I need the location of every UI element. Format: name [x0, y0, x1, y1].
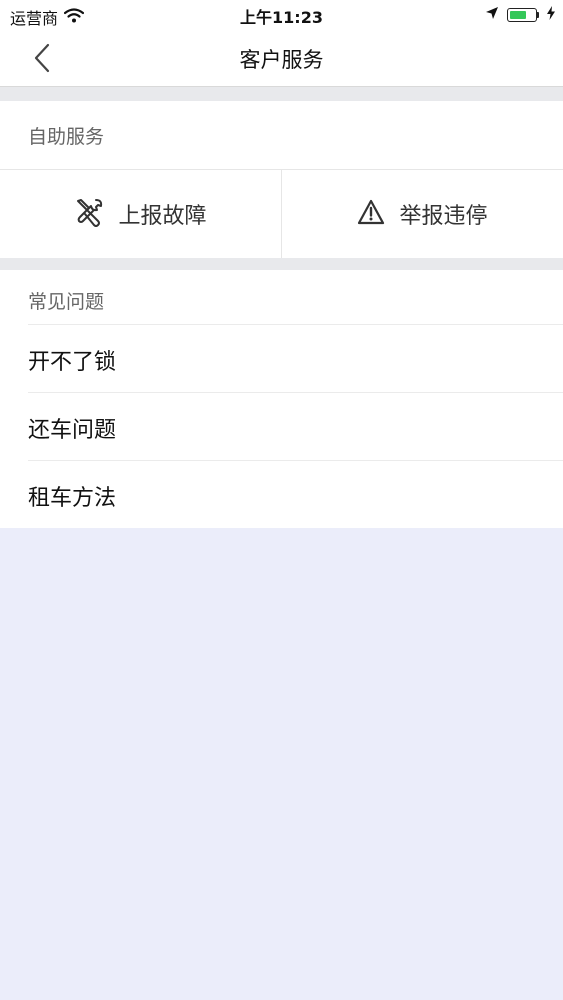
status-time: 上午11:23	[240, 8, 323, 27]
faq-section: 常见问题 开不了锁 还车问题 租车方法	[0, 270, 563, 528]
location-arrow-icon	[485, 5, 499, 24]
status-bar: 运营商 上午11:23	[0, 0, 563, 30]
faq-item-label: 还车问题	[28, 418, 117, 443]
wrench-screwdriver-icon	[74, 197, 104, 231]
status-right	[485, 5, 555, 24]
battery-level	[510, 10, 526, 19]
charging-bolt-icon	[547, 5, 555, 24]
battery-cap	[537, 11, 539, 18]
report-fault-button[interactable]: 上报故障	[0, 170, 281, 258]
faq-item-cannot-unlock[interactable]: 开不了锁	[0, 324, 563, 392]
divider	[28, 392, 563, 393]
faq-item-label: 开不了锁	[28, 350, 117, 375]
nav-bar: 客户服务	[0, 30, 563, 87]
faq-item-return-bike[interactable]: 还车问题	[0, 392, 563, 460]
battery-icon	[507, 7, 539, 22]
self-service-header: 自助服务	[28, 126, 105, 148]
faq-item-label: 租车方法	[28, 486, 117, 511]
report-fault-label: 上报故障	[118, 204, 207, 229]
divider	[28, 460, 563, 461]
faq-item-rental-method[interactable]: 租车方法	[0, 460, 563, 528]
warning-triangle-icon	[357, 199, 385, 229]
faq-header: 常见问题	[28, 291, 105, 313]
report-illegal-parking-label: 举报违停	[399, 204, 488, 229]
report-illegal-parking-button[interactable]: 举报违停	[282, 170, 563, 258]
self-service-section: 自助服务 上报故障 举报违停	[0, 101, 563, 258]
page-title: 客户服务	[239, 48, 324, 72]
section-gap	[0, 87, 563, 101]
divider	[28, 324, 563, 325]
section-gap	[0, 258, 563, 270]
battery-body	[507, 7, 537, 22]
